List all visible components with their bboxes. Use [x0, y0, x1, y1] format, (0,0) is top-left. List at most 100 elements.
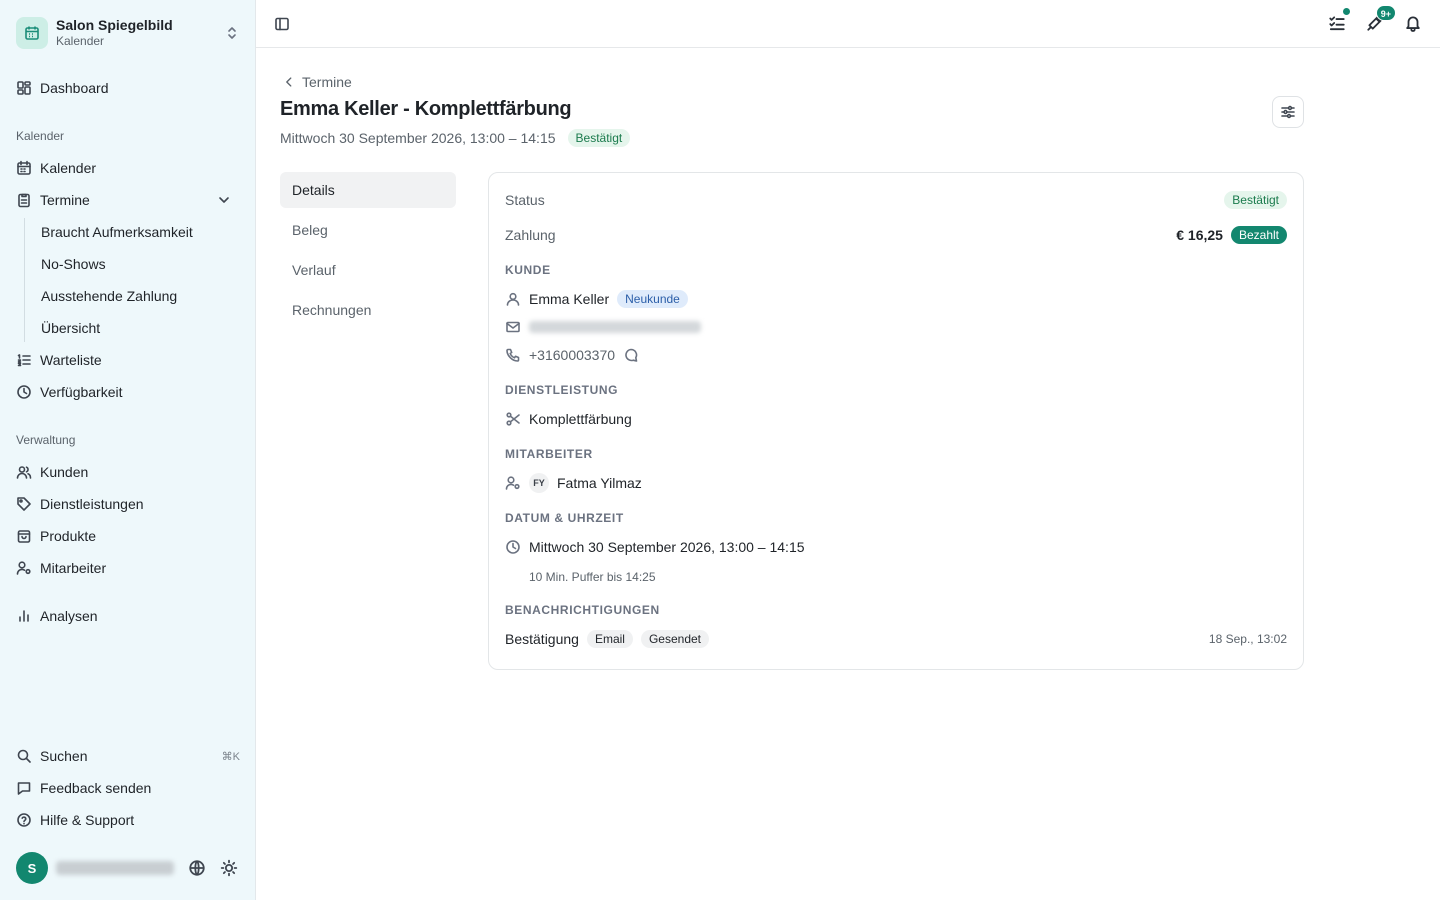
- nav-feedback-label: Feedback senden: [40, 780, 152, 796]
- nav-mitarbeiter[interactable]: Mitarbeiter: [16, 556, 240, 580]
- message-square-icon: [16, 780, 32, 796]
- sidebar-toggle-icon[interactable]: [274, 16, 290, 32]
- notification-time: 18 Sep., 13:02: [1208, 632, 1287, 646]
- status-label: Status: [505, 192, 545, 208]
- nav-verfuegbarkeit-label: Verfügbarkeit: [40, 384, 123, 400]
- phone-icon: [505, 347, 521, 363]
- nav-termine-pending-payment[interactable]: Ausstehende Zahlung: [41, 286, 177, 306]
- user-cog-icon: [16, 560, 32, 576]
- nav-termine-label: Termine: [40, 192, 90, 208]
- tasks-indicator: [1342, 7, 1351, 16]
- tag-icon: [16, 496, 32, 512]
- staff-avatar: FY: [529, 473, 549, 493]
- nav-hilfe-label: Hilfe & Support: [40, 812, 135, 828]
- bell-icon[interactable]: [1404, 14, 1422, 32]
- nav-termine[interactable]: Termine: [16, 188, 240, 212]
- sun-icon[interactable]: [220, 859, 238, 877]
- nav-dienstleistungen[interactable]: Dienstleistungen: [16, 492, 240, 516]
- chevrons-up-down-icon: [224, 25, 240, 41]
- user-menu[interactable]: S: [16, 852, 240, 884]
- nav-termine-overview[interactable]: Übersicht: [41, 318, 100, 338]
- tab-rechnungen[interactable]: Rechnungen: [280, 292, 456, 328]
- globe-icon[interactable]: [188, 859, 206, 877]
- section-benachrichtigungen: BENACHRICHTIGUNGEN: [505, 603, 660, 617]
- customer-email-redacted: [529, 321, 701, 333]
- nav-hilfe[interactable]: Hilfe & Support: [16, 808, 240, 832]
- mail-icon: [505, 319, 521, 335]
- nav-dienstleistungen-label: Dienstleistungen: [40, 496, 144, 512]
- tab-verlauf[interactable]: Verlauf: [280, 252, 456, 288]
- workspace-switcher[interactable]: Salon Spiegelbild Kalender: [16, 16, 240, 50]
- chevron-left-icon: [282, 75, 296, 89]
- nav-termine-attention[interactable]: Braucht Aufmerksamkeit: [41, 222, 193, 242]
- payment-badge[interactable]: Bezahlt: [1230, 226, 1287, 244]
- nav-suchen-label: Suchen: [40, 748, 88, 764]
- announcements-icon[interactable]: 9+: [1366, 5, 1396, 32]
- notification-status-badge: Gesendet: [640, 630, 710, 648]
- nav-group-verwaltung: Verwaltung: [16, 433, 76, 447]
- service-line: Komplettfärbung: [505, 409, 632, 429]
- service-name: Komplettfärbung: [529, 411, 632, 427]
- customer-badge: Neukunde: [617, 290, 688, 308]
- chevron-down-icon: [216, 192, 232, 208]
- appointment-subtitle: Mittwoch 30 September 2026, 13:00 – 14:1…: [280, 128, 631, 148]
- staff-name: Fatma Yilmaz: [557, 475, 642, 491]
- nav-kunden[interactable]: Kunden: [16, 460, 240, 484]
- nav-kalender[interactable]: Kalender: [16, 156, 240, 180]
- tab-details[interactable]: Details: [280, 172, 456, 208]
- email-line: [505, 318, 701, 336]
- clock-icon: [505, 539, 521, 555]
- topbar: 9+: [256, 0, 1440, 48]
- nav-verfuegbarkeit[interactable]: Verfügbarkeit: [16, 380, 240, 404]
- customer-line: Emma Keller Neukunde: [505, 289, 688, 309]
- nav-group-kalender: Kalender: [16, 129, 65, 143]
- appointment-datetime-detail: Mittwoch 30 September 2026, 13:00 – 14:1…: [529, 539, 805, 555]
- users-icon: [16, 464, 32, 480]
- payment-amount: € 16,25: [1176, 227, 1223, 243]
- nav-suchen[interactable]: Suchen ⌘K: [16, 744, 240, 768]
- workspace-subtitle: Kalender: [56, 34, 105, 48]
- nav-dashboard[interactable]: Dashboard: [16, 76, 240, 100]
- payment-row: Zahlung € 16,25 Bezahlt: [505, 225, 1287, 245]
- avatar[interactable]: S: [16, 852, 48, 884]
- nav-produkte[interactable]: Produkte: [16, 524, 240, 548]
- submenu-line: [24, 218, 25, 342]
- status-value-badge[interactable]: Bestätigt: [1224, 191, 1287, 209]
- back-link[interactable]: Termine: [282, 73, 352, 91]
- nav-warteliste[interactable]: Warteliste: [16, 348, 240, 372]
- nav-analysen[interactable]: Analysen: [16, 604, 240, 628]
- announcements-count: 9+: [1375, 5, 1396, 21]
- section-mitarbeiter: MITARBEITER: [505, 447, 593, 461]
- calendar-icon: [16, 160, 32, 176]
- nav-termine-noshows[interactable]: No-Shows: [41, 254, 106, 274]
- nav-kunden-label: Kunden: [40, 464, 89, 480]
- tab-beleg[interactable]: Beleg: [280, 212, 456, 248]
- customer-phone[interactable]: +3160003370: [529, 347, 615, 363]
- scissors-icon: [505, 411, 521, 427]
- notification-label: Bestätigung: [505, 631, 579, 647]
- back-link-label: Termine: [302, 74, 352, 90]
- clock-icon: [16, 384, 32, 400]
- chat-icon[interactable]: [623, 347, 639, 363]
- search-icon: [16, 748, 32, 764]
- sliders-icon: [1280, 104, 1296, 120]
- dashboard-icon: [16, 80, 32, 96]
- list-ordered-icon: [16, 352, 32, 368]
- tasks-icon[interactable]: [1328, 7, 1351, 32]
- notification-channel-badge: Email: [586, 630, 633, 648]
- staff-line: FY Fatma Yilmaz: [505, 473, 642, 493]
- user-icon: [505, 291, 521, 307]
- user-email-redacted: [56, 861, 174, 875]
- nav-warteliste-label: Warteliste: [40, 352, 102, 368]
- status-row: Status Bestätigt: [505, 190, 1287, 210]
- settings-button[interactable]: [1272, 96, 1304, 128]
- customer-name[interactable]: Emma Keller: [529, 291, 609, 307]
- nav-kalender-label: Kalender: [40, 160, 97, 176]
- page-title: Emma Keller - Komplettfärbung: [280, 98, 572, 120]
- payment-label: Zahlung: [505, 227, 556, 243]
- nav-feedback[interactable]: Feedback senden: [16, 776, 240, 800]
- workspace-name: Salon Spiegelbild: [56, 17, 173, 33]
- section-kunde: KUNDE: [505, 263, 551, 277]
- nav-produkte-label: Produkte: [40, 528, 97, 544]
- shopping-bag-icon: [16, 528, 32, 544]
